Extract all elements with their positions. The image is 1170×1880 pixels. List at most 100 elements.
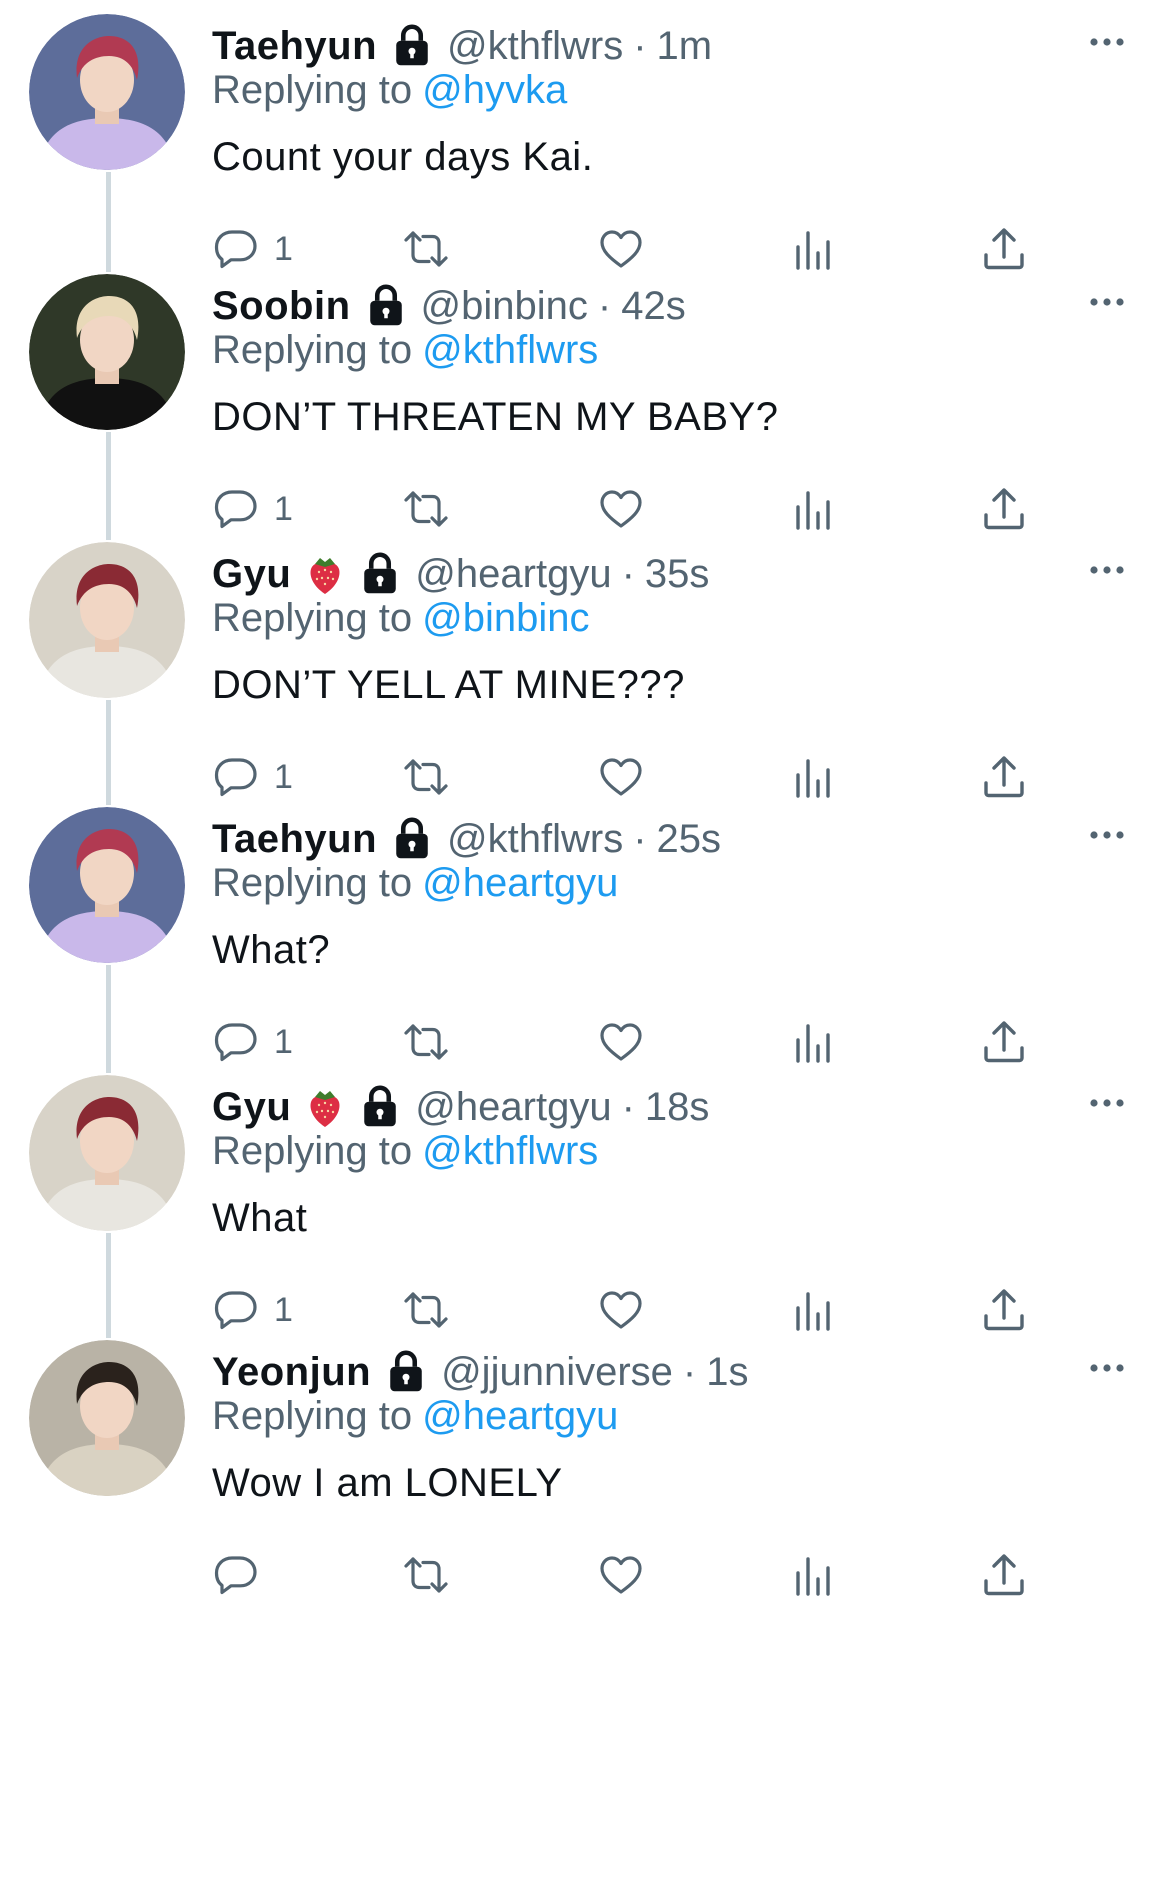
tweet-header: Gyu @heartgyu · 18s: [212, 1079, 709, 1135]
tweet-text: DON’T YELL AT MINE???: [212, 663, 685, 707]
timestamp[interactable]: 35s: [645, 552, 710, 597]
separator-dot: ·: [682, 1349, 697, 1394]
retweet-icon: [402, 1018, 450, 1066]
replying-label: Replying to: [212, 861, 413, 905]
replying-label: Replying to: [212, 68, 413, 112]
timestamp[interactable]: 1s: [706, 1350, 748, 1395]
tweet-6[interactable]: Yeonjun @jjunniverse · 1s Replying to @he…: [0, 1326, 1170, 1646]
reply-icon: [212, 1551, 260, 1599]
display-name[interactable]: Soobin: [212, 284, 351, 329]
user-handle[interactable]: @heartgyu: [415, 552, 611, 597]
replying-to: Replying to @kthflwrs: [212, 328, 598, 373]
reply-count: 1: [274, 1290, 293, 1329]
lock-icon: [359, 551, 401, 597]
replying-to: Replying to @heartgyu: [212, 861, 618, 906]
retweet-icon: [402, 485, 450, 533]
timestamp[interactable]: 18s: [645, 1085, 710, 1130]
heart-icon: [597, 1551, 645, 1599]
thread-connector-line: [106, 1233, 111, 1338]
reply-count: 1: [274, 489, 293, 528]
heart-icon: [597, 485, 645, 533]
avatar-red-hair-purple-shirt[interactable]: [29, 14, 185, 170]
lock-icon: [359, 1084, 401, 1130]
lock-icon: [391, 816, 433, 862]
tweet-text: Count your days Kai.: [212, 135, 594, 179]
user-handle[interactable]: @kthflwrs: [447, 24, 623, 69]
separator-dot: ·: [633, 23, 647, 68]
user-handle[interactable]: @jjunniverse: [441, 1350, 673, 1395]
strawberry-icon: [305, 1085, 345, 1129]
tweet-text: DON’T THREATEN MY BABY?: [212, 395, 779, 439]
more-options-icon[interactable]: [1087, 282, 1127, 322]
reply-mention-link[interactable]: @hyvka: [422, 68, 567, 112]
tweet-thread: Taehyun @kthflwrs · 1m Replying to @hyvka…: [0, 0, 1170, 1880]
display-name[interactable]: Taehyun: [212, 817, 377, 862]
separator-dot: ·: [621, 1084, 635, 1129]
tweet-text: What: [212, 1196, 308, 1240]
user-handle[interactable]: @heartgyu: [415, 1085, 611, 1130]
share-icon: [980, 1018, 1028, 1066]
replying-to: Replying to @heartgyu: [212, 1394, 618, 1439]
reply-count: 1: [274, 757, 293, 796]
retweet-icon: [402, 1551, 450, 1599]
share-button[interactable]: [980, 1548, 1028, 1602]
views-chart-icon: [790, 1018, 838, 1066]
reply-mention-link[interactable]: @kthflwrs: [422, 328, 598, 372]
replying-to: Replying to @kthflwrs: [212, 1129, 598, 1174]
avatar-red-hair-purple-shirt[interactable]: [29, 807, 185, 963]
avatar-black-hoodie-night[interactable]: [29, 274, 185, 430]
tweet-text: Wow I am LONELY: [212, 1461, 563, 1505]
strawberry-icon: [305, 552, 345, 596]
separator-dot: ·: [597, 283, 612, 328]
share-icon: [980, 1551, 1028, 1599]
more-options-icon[interactable]: [1087, 1083, 1127, 1123]
tweet-header: Soobin @binbinc · 42s: [212, 278, 686, 334]
avatar-red-hair-white-shirt[interactable]: [29, 542, 185, 698]
lock-icon: [365, 283, 407, 329]
tweet-header: Gyu @heartgyu · 35s: [212, 546, 709, 602]
more-options-icon[interactable]: [1087, 1348, 1127, 1388]
reply-icon: [212, 1018, 260, 1066]
avatar-red-hair-white-shirt[interactable]: [29, 1075, 185, 1231]
replying-label: Replying to: [212, 328, 413, 372]
separator-dot: ·: [621, 551, 635, 596]
user-handle[interactable]: @binbinc: [421, 284, 588, 329]
replying-to: Replying to @hyvka: [212, 68, 567, 113]
retweet-button[interactable]: [402, 1548, 450, 1602]
replying-label: Replying to: [212, 1394, 413, 1438]
reply-icon: [212, 485, 260, 533]
views-chart-icon: [790, 485, 838, 533]
reply-button[interactable]: [212, 1548, 274, 1602]
reply-mention-link[interactable]: @kthflwrs: [422, 1129, 598, 1173]
reply-mention-link[interactable]: @heartgyu: [422, 861, 618, 905]
display-name[interactable]: Gyu: [212, 1085, 291, 1130]
replying-label: Replying to: [212, 1129, 413, 1173]
more-options-icon[interactable]: [1087, 550, 1127, 590]
tweet-header: Taehyun @kthflwrs · 25s: [212, 811, 721, 867]
timestamp[interactable]: 25s: [657, 817, 722, 862]
share-icon: [980, 485, 1028, 533]
like-button[interactable]: [597, 1548, 645, 1602]
views-chart-icon: [790, 1551, 838, 1599]
thread-connector-line: [106, 700, 111, 805]
display-name[interactable]: Yeonjun: [212, 1350, 371, 1395]
more-options-icon[interactable]: [1087, 815, 1127, 855]
more-options-icon[interactable]: [1087, 22, 1127, 62]
heart-icon: [597, 1018, 645, 1066]
timestamp[interactable]: 42s: [621, 284, 686, 329]
thread-connector-line: [106, 965, 111, 1073]
replying-to: Replying to @binbinc: [212, 596, 590, 641]
tweet-header: Yeonjun @jjunniverse · 1s: [212, 1344, 748, 1400]
avatar-dark-hair-cream-sweater[interactable]: [29, 1340, 185, 1496]
timestamp[interactable]: 1m: [657, 24, 713, 69]
reply-mention-link[interactable]: @heartgyu: [422, 1394, 618, 1438]
reply-count: 1: [274, 1022, 293, 1061]
views-button[interactable]: [790, 1548, 838, 1602]
reply-mention-link[interactable]: @binbinc: [422, 596, 589, 640]
tweet-header: Taehyun @kthflwrs · 1m: [212, 18, 712, 74]
user-handle[interactable]: @kthflwrs: [447, 817, 623, 862]
tweet-text: What?: [212, 928, 331, 972]
display-name[interactable]: Taehyun: [212, 24, 377, 69]
display-name[interactable]: Gyu: [212, 552, 291, 597]
lock-icon: [391, 23, 433, 69]
